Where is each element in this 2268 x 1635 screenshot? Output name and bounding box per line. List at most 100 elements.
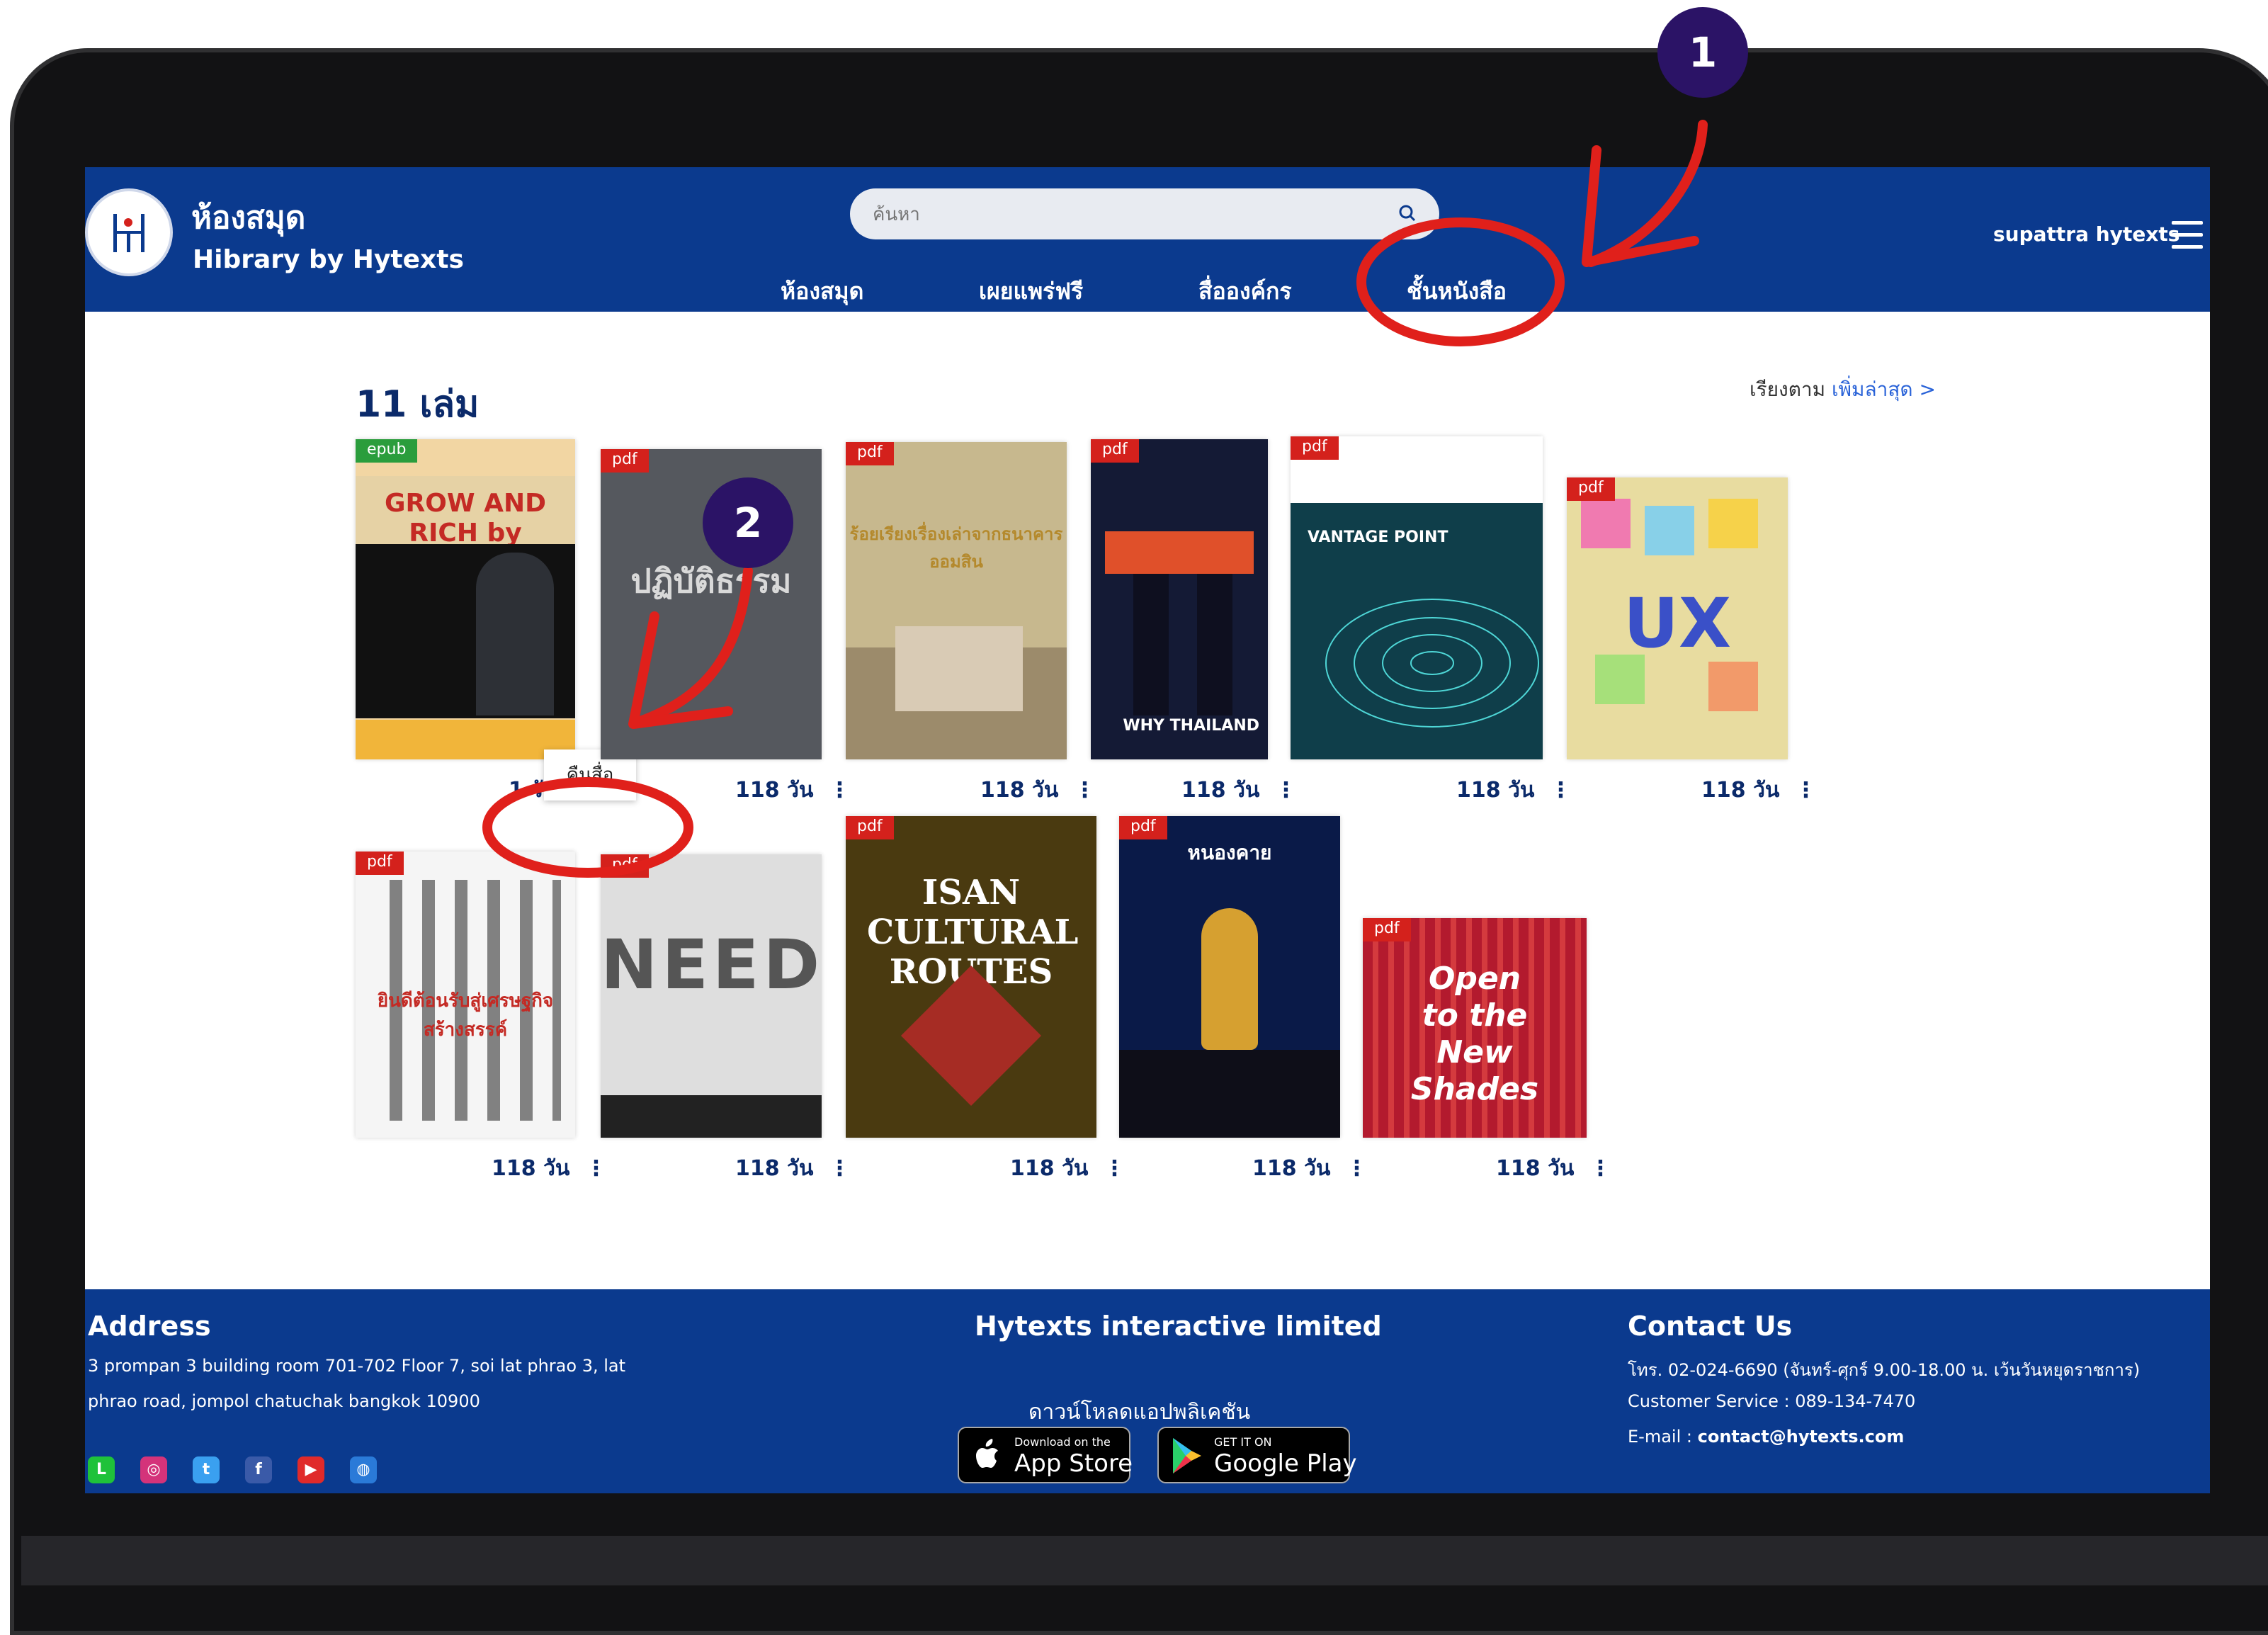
book-title: ปฏิบัติธรรม (630, 562, 792, 600)
app-store-text: App Store (1014, 1449, 1133, 1478)
website-icon[interactable]: ◍ (350, 1456, 377, 1483)
days-remaining: 118 วัน (1181, 778, 1260, 803)
book-title: ยินดีต้อนรับสู่เศรษฐกิจสร้างสรรค์ (377, 990, 554, 1041)
book-meta: 118 วัน ⋮ (980, 774, 1095, 807)
format-badge: pdf (356, 852, 404, 875)
nav-organization-media[interactable]: สื่อองค์กร (1198, 273, 1292, 310)
days-remaining: 118 วัน (1456, 778, 1535, 803)
contact-title: Contact Us (1628, 1311, 1793, 1342)
sort-control[interactable]: เรียงตาม เพิ่มล่าสุด > (1750, 374, 1936, 405)
nav-bookshelf[interactable]: ชั้นหนังสือ (1407, 273, 1507, 310)
more-options-icon[interactable]: ⋮ (829, 1156, 850, 1181)
search-icon[interactable] (1394, 200, 1422, 228)
book-meta: 118 วัน ⋮ (1252, 1152, 1367, 1185)
search-bar (850, 188, 1439, 239)
contact-phone: โทร. 02-024-6690 (จันทร์-ศุกร์ 9.00-18.0… (1628, 1360, 2141, 1380)
book-cover[interactable]: VANTAGE POINT pdf (1291, 436, 1543, 759)
contact-email-row: E-mail : contact@hytexts.com (1628, 1427, 1904, 1447)
step-marker-2: 2 (703, 477, 793, 568)
format-badge: pdf (846, 816, 894, 839)
book-cover[interactable]: NEEDS pdf (601, 854, 822, 1138)
book-cover[interactable]: ร้อยเรียงเรื่องเล่าจากธนาคารออมสิน pdf (846, 442, 1067, 759)
book-title: หนองคาย (1187, 841, 1272, 864)
days-remaining: 118 วัน (492, 1156, 570, 1181)
customer-service: Customer Service : 089-134-7470 (1628, 1391, 1916, 1411)
book-cover[interactable]: ยินดีต้อนรับสู่เศรษฐกิจสร้างสรรค์ pdf (356, 852, 575, 1138)
address-line-1: 3 prompan 3 building room 701-702 Floor … (88, 1356, 625, 1376)
site-header: ห้องสมุด Hibrary by Hytexts ห้องสมุด เผย… (85, 167, 2210, 312)
google-play-text: Google Play (1214, 1449, 1357, 1478)
book-meta: 118 วัน ⋮ (735, 1152, 850, 1185)
format-badge: pdf (1567, 477, 1615, 501)
nav-free-publish[interactable]: เผยแพร่ฟรี (979, 273, 1083, 310)
book-cover[interactable]: UX pdf (1567, 477, 1788, 759)
email-link[interactable]: contact@hytexts.com (1698, 1427, 1905, 1447)
nav-library[interactable]: ห้องสมุด (781, 273, 863, 310)
book-meta: 118 วัน ⋮ (492, 1152, 606, 1185)
more-options-icon[interactable]: ⋮ (1346, 1156, 1367, 1181)
format-badge: epub (356, 439, 418, 463)
more-options-icon[interactable]: ⋮ (829, 778, 850, 803)
more-options-icon[interactable]: ⋮ (1104, 1156, 1125, 1181)
format-badge: pdf (1119, 816, 1167, 839)
format-badge: pdf (601, 854, 649, 878)
days-remaining: 118 วัน (1010, 1156, 1089, 1181)
more-options-icon[interactable]: ⋮ (1074, 778, 1095, 803)
more-options-icon[interactable]: ⋮ (1795, 778, 1816, 803)
days-remaining: 118 วัน (1701, 778, 1780, 803)
user-name[interactable]: supattra hytexts (1993, 222, 2179, 246)
days-remaining: 118 วัน (735, 778, 814, 803)
hibrary-logo[interactable] (85, 188, 173, 276)
instagram-icon[interactable]: ◎ (140, 1456, 167, 1483)
brand-subtitle: Hibrary by Hytexts (193, 245, 464, 274)
sort-label: เรียงตาม (1750, 378, 1826, 401)
book-title: VANTAGE POINT (1308, 528, 1448, 546)
book-cover[interactable]: หนองคาย pdf (1119, 816, 1340, 1138)
book-cover[interactable]: ISAN CULTURAL ROUTES pdf (846, 816, 1096, 1138)
app-store-small-text: Download on the (1014, 1435, 1111, 1449)
book-meta: 118 วัน ⋮ (1701, 774, 1816, 807)
browser-screen: ห้องสมุด Hibrary by Hytexts ห้องสมุด เผย… (85, 167, 2210, 1493)
book-cover[interactable]: Open to the New Shades pdf (1363, 918, 1587, 1138)
hamburger-menu-icon[interactable] (2172, 221, 2203, 249)
format-badge: pdf (1363, 918, 1411, 941)
address-title: Address (88, 1311, 211, 1342)
format-badge: pdf (1291, 436, 1339, 460)
search-input[interactable] (871, 198, 1370, 231)
book-count-title: 11 เล่ม (356, 383, 480, 426)
days-remaining: 118 วัน (735, 1156, 814, 1181)
format-badge: pdf (846, 442, 894, 465)
book-cover[interactable]: GROW AND RICH by DHAMMA epub (356, 439, 575, 759)
book-cover[interactable]: WHY THAILAND pdf (1091, 439, 1268, 759)
more-options-icon[interactable]: ⋮ (585, 1156, 606, 1181)
line-icon[interactable]: L (88, 1456, 115, 1483)
brand-name: ห้องสมุด (191, 200, 306, 236)
google-play-small-text: GET IT ON (1214, 1435, 1272, 1449)
book-meta: 118 วัน ⋮ (1496, 1152, 1611, 1185)
app-store-button[interactable]: Download on the App Store (958, 1427, 1133, 1483)
youtube-icon[interactable]: ▶ (297, 1456, 324, 1483)
laptop-base (21, 1536, 2268, 1585)
facebook-icon[interactable]: f (245, 1456, 272, 1483)
book-title: ร้อยเรียงเรื่องเล่าจากธนาคารออมสิน (849, 524, 1063, 572)
book-title: UX (1623, 584, 1731, 663)
days-remaining: 118 วัน (1252, 1156, 1331, 1181)
book-meta: 118 วัน ⋮ (735, 774, 850, 807)
more-options-icon[interactable]: ⋮ (1275, 778, 1296, 803)
google-play-button[interactable]: GET IT ON Google Play (1157, 1427, 1357, 1483)
sort-value[interactable]: เพิ่มล่าสุด > (1832, 378, 1936, 401)
email-label: E-mail : (1628, 1427, 1692, 1447)
more-options-icon[interactable]: ⋮ (1550, 778, 1571, 803)
days-remaining: 118 วัน (980, 778, 1059, 803)
address-line-2: phrao road, jompol chatuchak bangkok 109… (88, 1391, 480, 1411)
book-meta: 118 วัน ⋮ (1456, 774, 1571, 807)
book-title: WHY THAILAND (1123, 717, 1259, 735)
step-marker-1: 1 (1657, 7, 1748, 98)
site-footer: Address 3 prompan 3 building room 701-70… (85, 1289, 2210, 1493)
company-name: Hytexts interactive limited (975, 1311, 1382, 1342)
more-options-icon[interactable]: ⋮ (1589, 1156, 1611, 1181)
format-badge: pdf (1091, 439, 1139, 463)
book-meta: 118 วัน ⋮ (1181, 774, 1296, 807)
twitter-icon[interactable]: t (193, 1456, 220, 1483)
book-title: NEEDS (601, 925, 822, 1005)
